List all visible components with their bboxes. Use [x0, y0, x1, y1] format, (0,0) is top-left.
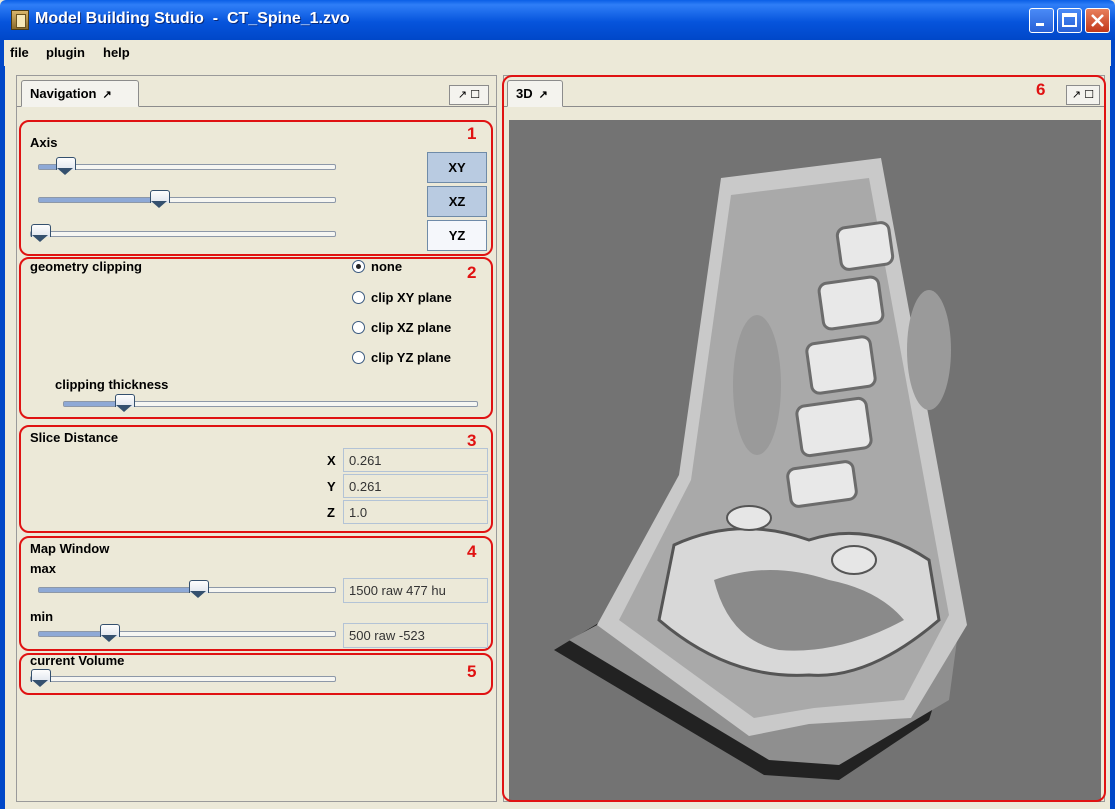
menu-help[interactable]: help	[103, 45, 130, 60]
slider-thumb[interactable]	[100, 624, 120, 644]
radio-clip-yz-label: clip YZ plane	[371, 350, 451, 365]
maximize-icon	[1058, 9, 1081, 32]
slice-z-label: Z	[327, 505, 335, 520]
map-min-label: min	[30, 609, 54, 624]
xz-button[interactable]: XZ	[427, 186, 487, 217]
current-volume-label: current Volume	[30, 653, 125, 668]
radio-unselected-icon[interactable]	[352, 291, 365, 304]
map-min-slider[interactable]	[38, 624, 336, 642]
close-button[interactable]	[1085, 8, 1110, 33]
menu-bar: file plugin help	[0, 40, 1115, 66]
radio-clip-xz[interactable]: clip XZ plane	[352, 320, 451, 335]
slice-x-label: X	[327, 453, 336, 468]
radio-none[interactable]: none	[352, 259, 402, 274]
title-bar: Model Building Studio - CT_Spine_1.zvo	[0, 0, 1115, 40]
slice-y-label: Y	[327, 479, 336, 494]
current-volume-slider[interactable]	[30, 669, 336, 687]
yz-button[interactable]: YZ	[427, 220, 487, 251]
annotation-box-3d-view	[502, 75, 1106, 802]
map-min-field[interactable]: 500 raw -523	[343, 623, 488, 648]
pin-icon[interactable]: ↗	[102, 89, 111, 101]
window-title: Model Building Studio - CT_Spine_1.zvo	[35, 10, 350, 27]
annotation-number: 1	[467, 124, 477, 143]
radio-clip-yz[interactable]: clip YZ plane	[352, 350, 451, 365]
minimize-icon	[1030, 9, 1053, 32]
slice-z-field[interactable]: 1.0	[343, 500, 488, 524]
tab-navigation-label: Navigation	[30, 86, 97, 101]
radio-clip-xy-label: clip XY plane	[371, 290, 452, 305]
axis-slider-1[interactable]	[38, 157, 336, 175]
clipping-thickness-slider[interactable]	[63, 394, 478, 412]
window-border-right	[1110, 66, 1115, 809]
axis-slider-2[interactable]	[38, 190, 336, 208]
axis-label: Axis	[30, 135, 58, 150]
slider-fill	[39, 632, 109, 636]
window-border-left	[0, 66, 5, 809]
radio-none-label: none	[371, 259, 403, 274]
map-max-field[interactable]: 1500 raw 477 hu	[343, 578, 488, 603]
slider-thumb[interactable]	[56, 157, 76, 177]
map-max-slider[interactable]	[38, 580, 336, 598]
slider-fill	[39, 588, 198, 592]
tab-navigation[interactable]: Navigation ↗	[21, 80, 139, 107]
minimize-button[interactable]	[1029, 8, 1054, 33]
annotation-number: 4	[467, 542, 477, 561]
radio-clip-xy[interactable]: clip XY plane	[352, 290, 452, 305]
xy-button[interactable]: XY	[427, 152, 487, 183]
radio-selected-icon[interactable]	[352, 260, 365, 273]
slider-thumb[interactable]	[31, 224, 51, 244]
annotation-box-clipping	[19, 257, 493, 419]
annotation-number: 6	[1036, 80, 1046, 99]
radio-unselected-icon[interactable]	[352, 321, 365, 334]
geometry-clipping-label: geometry clipping	[30, 259, 142, 274]
clipping-thickness-label: clipping thickness	[55, 377, 169, 392]
axis-slider-3[interactable]	[30, 224, 336, 242]
slider-thumb[interactable]	[189, 580, 209, 600]
menu-file[interactable]: file	[10, 45, 29, 60]
annotation-number: 2	[467, 263, 477, 282]
map-window-label: Map Window	[30, 541, 110, 556]
radio-unselected-icon[interactable]	[352, 351, 365, 364]
annotation-number: 5	[467, 662, 477, 681]
slice-x-field[interactable]: 0.261	[343, 448, 488, 472]
slider-fill	[39, 198, 159, 202]
panel-controls[interactable]: ↗ ☐	[449, 85, 489, 105]
radio-clip-xz-label: clip XZ plane	[371, 320, 452, 335]
slider-thumb[interactable]	[31, 669, 51, 689]
menu-plugin[interactable]: plugin	[46, 45, 85, 60]
app-icon	[11, 10, 29, 30]
maximize-button[interactable]	[1057, 8, 1082, 33]
slider-thumb[interactable]	[115, 394, 135, 414]
navigation-tabstrip: Navigation ↗ ↗ ☐	[17, 76, 496, 107]
close-icon	[1086, 9, 1109, 32]
slice-y-field[interactable]: 0.261	[343, 474, 488, 498]
slice-distance-label: Slice Distance	[30, 430, 119, 445]
slider-thumb[interactable]	[150, 190, 170, 210]
map-max-label: max	[30, 561, 57, 576]
